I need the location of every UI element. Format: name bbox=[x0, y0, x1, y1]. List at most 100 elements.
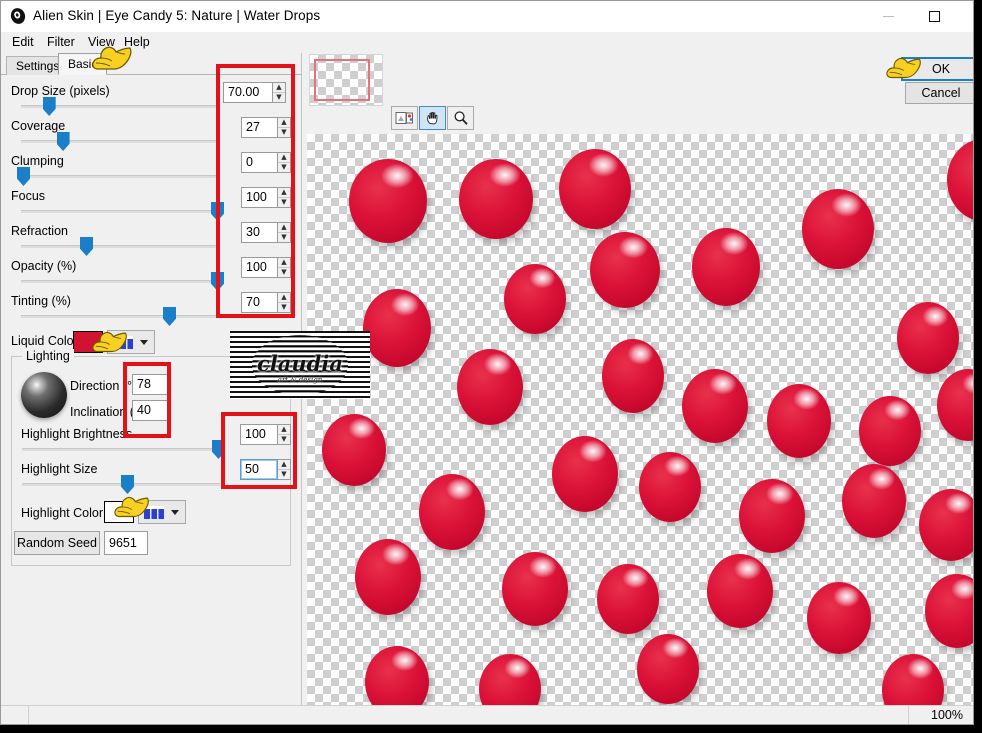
spinner-refraction[interactable]: ▲ ▼ bbox=[278, 222, 291, 243]
hand-icon bbox=[426, 111, 437, 125]
water-drop bbox=[637, 634, 699, 704]
maximize-button[interactable] bbox=[911, 1, 957, 31]
slider-thumb-highlight-size[interactable] bbox=[121, 475, 134, 494]
spinner-clumping[interactable]: ▲ ▼ bbox=[278, 152, 291, 173]
color-picker-icon bbox=[113, 336, 133, 349]
random-seed-button[interactable]: Random Seed bbox=[14, 531, 100, 555]
navigator-viewport-rect[interactable] bbox=[314, 59, 370, 101]
input-highlight-size[interactable]: 50 bbox=[240, 459, 278, 480]
water-drop bbox=[590, 232, 660, 308]
spinner-tinting[interactable]: ▲ ▼ bbox=[278, 292, 291, 313]
water-drop bbox=[882, 654, 944, 705]
water-drop bbox=[363, 289, 431, 367]
close-button[interactable]: ✕ bbox=[957, 1, 973, 31]
label-refraction: Refraction bbox=[11, 224, 68, 238]
slider-track-coverage[interactable] bbox=[21, 140, 219, 143]
slider-thumb-highlight-brightness[interactable] bbox=[212, 440, 225, 459]
input-focus[interactable]: 100 bbox=[241, 187, 278, 208]
highlight-color-picker-button[interactable] bbox=[138, 500, 186, 524]
light-direction-sphere-icon[interactable] bbox=[21, 372, 67, 418]
slider-track-highlight-brightness[interactable] bbox=[22, 448, 220, 451]
input-random-seed[interactable]: 9651 bbox=[104, 531, 148, 555]
menu-bar: Edit Filter View Help bbox=[1, 32, 973, 52]
input-drop-size[interactable]: 70.00 bbox=[223, 82, 273, 103]
label-highlight-brightness: Highlight Brightness bbox=[21, 427, 133, 441]
slider-thumb-focus[interactable] bbox=[211, 202, 224, 221]
input-opacity[interactable]: 100 bbox=[241, 257, 278, 278]
slider-thumb-refraction[interactable] bbox=[80, 237, 93, 256]
water-drop bbox=[937, 369, 973, 441]
water-drop bbox=[552, 436, 618, 512]
spinner-focus[interactable]: ▲ ▼ bbox=[278, 187, 291, 208]
slider-track-opacity[interactable] bbox=[21, 280, 219, 283]
menu-item-edit[interactable]: Edit bbox=[7, 34, 39, 50]
water-drop bbox=[842, 464, 906, 538]
window-shadow-bottom bbox=[6, 725, 982, 733]
water-drop bbox=[355, 539, 421, 615]
label-highlight-color: Highlight Color bbox=[21, 506, 103, 520]
water-drop bbox=[349, 159, 427, 243]
menu-item-help[interactable]: Help bbox=[119, 34, 155, 50]
slider-thumb-tinting[interactable] bbox=[163, 307, 176, 326]
cancel-button[interactable]: Cancel bbox=[905, 82, 973, 104]
menu-item-filter[interactable]: Filter bbox=[42, 34, 80, 50]
label-highlight-size: Highlight Size bbox=[21, 462, 98, 476]
slider-thumb-drop-size[interactable] bbox=[42, 97, 56, 116]
menu-item-view[interactable]: View bbox=[83, 34, 120, 50]
maximize-icon bbox=[928, 10, 940, 22]
chevron-down-icon bbox=[171, 510, 179, 515]
input-direction[interactable]: 78 bbox=[132, 374, 168, 395]
liquid-color-swatch[interactable] bbox=[73, 331, 103, 353]
zoom-tool-button[interactable] bbox=[447, 106, 474, 130]
water-drop bbox=[859, 396, 921, 466]
spinner-coverage[interactable]: ▲ ▼ bbox=[278, 117, 291, 138]
water-drop bbox=[365, 646, 429, 705]
input-tinting[interactable]: 70 bbox=[241, 292, 278, 313]
water-drop bbox=[682, 369, 748, 443]
spinner-drop-size[interactable]: ▲ ▼ bbox=[273, 82, 286, 103]
slider-thumb-clumping[interactable] bbox=[17, 167, 30, 186]
water-drop bbox=[559, 149, 631, 229]
label-drop-size: Drop Size (pixels) bbox=[11, 84, 110, 98]
label-clumping: Clumping bbox=[11, 154, 64, 168]
input-coverage[interactable]: 27 bbox=[241, 117, 278, 138]
input-inclination[interactable]: 40 bbox=[132, 400, 168, 421]
status-section-left bbox=[1, 706, 29, 724]
label-tinting: Tinting (%) bbox=[11, 294, 71, 308]
input-highlight-brightness[interactable]: 100 bbox=[240, 424, 278, 445]
ok-button[interactable]: OK bbox=[901, 57, 973, 81]
label-liquid-color: Liquid Color bbox=[11, 334, 78, 348]
watermark-text: claudia bbox=[257, 351, 343, 376]
alien-skin-logo-icon bbox=[9, 7, 27, 25]
liquid-color-picker-button[interactable] bbox=[107, 330, 155, 354]
minimize-button[interactable] bbox=[865, 1, 911, 31]
preview-compare-tool-button[interactable] bbox=[391, 106, 418, 130]
spinner-highlight-brightness[interactable]: ▲ ▼ bbox=[278, 424, 291, 445]
preview-canvas[interactable] bbox=[307, 134, 973, 705]
status-section-main bbox=[29, 706, 909, 724]
watermark-overlay: claudia art & design bbox=[230, 331, 370, 399]
spinner-opacity[interactable]: ▲ ▼ bbox=[278, 257, 291, 278]
water-drop bbox=[502, 552, 568, 626]
tab-basic[interactable]: Basic bbox=[58, 53, 108, 75]
slider-track-tinting[interactable] bbox=[21, 315, 219, 318]
input-clumping[interactable]: 0 bbox=[241, 152, 278, 173]
slider-track-clumping[interactable] bbox=[21, 175, 219, 178]
water-drop bbox=[925, 574, 973, 648]
water-drop bbox=[739, 479, 805, 553]
water-drop bbox=[802, 189, 874, 269]
slider-thumb-opacity[interactable] bbox=[211, 272, 224, 291]
spinner-highlight-size[interactable]: ▲ ▼ bbox=[278, 459, 291, 480]
slider-track-focus[interactable] bbox=[21, 210, 219, 213]
slider-thumb-coverage[interactable] bbox=[56, 132, 70, 151]
slider-track-refraction[interactable] bbox=[21, 245, 219, 248]
highlight-color-swatch[interactable] bbox=[104, 501, 134, 523]
watermark-subtext: art & design bbox=[277, 376, 323, 384]
minimize-icon bbox=[882, 15, 894, 17]
label-coverage: Coverage bbox=[11, 119, 66, 133]
input-refraction[interactable]: 30 bbox=[241, 222, 278, 243]
window-title: Alien Skin | Eye Candy 5: Nature | Water… bbox=[33, 8, 321, 23]
water-drop bbox=[459, 159, 533, 239]
lighting-group-title: Lighting bbox=[22, 349, 74, 363]
pan-tool-button[interactable] bbox=[419, 106, 446, 130]
